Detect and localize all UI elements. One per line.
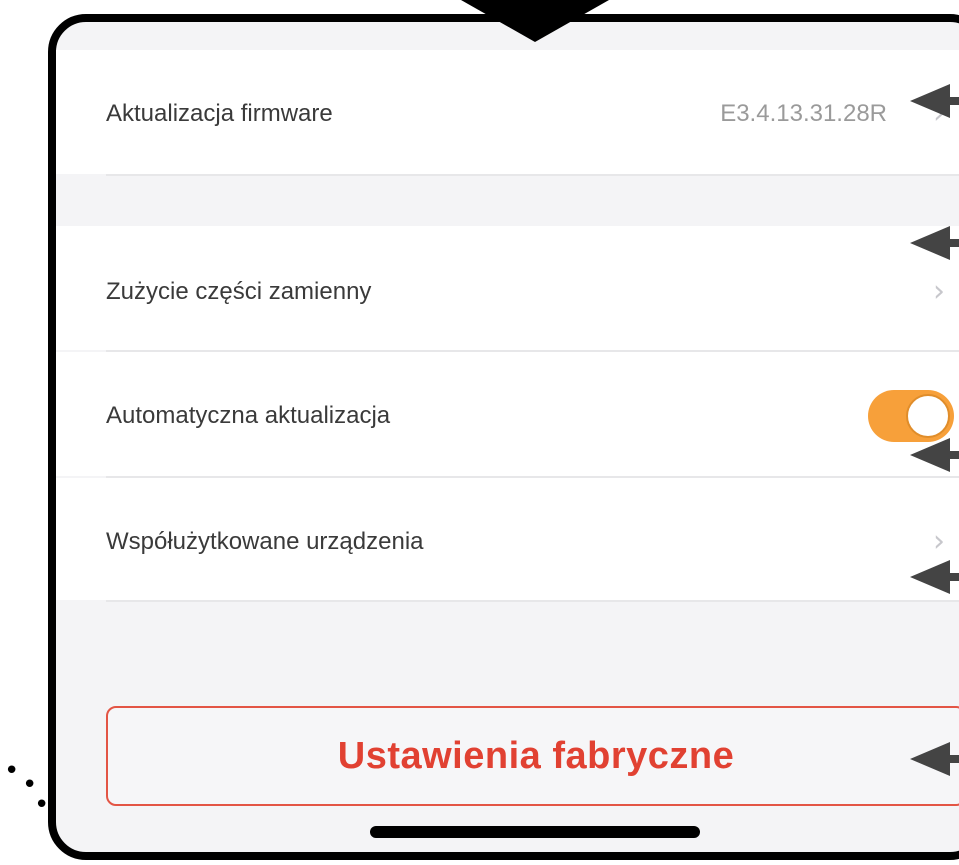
settings-row-shared-devices[interactable]: Współużytkowane urządzenia › [56, 478, 959, 600]
spare-parts-label: Zużycie części zamienny [106, 278, 372, 305]
auto-update-toggle[interactable] [868, 390, 954, 442]
arrow-left-icon [910, 84, 959, 118]
arrow-left-icon [910, 742, 959, 776]
divider [106, 174, 959, 176]
chevron-right-icon: › [933, 524, 945, 559]
home-indicator [370, 826, 700, 838]
arrow-left-icon [910, 438, 959, 472]
shared-devices-label: Współużytkowane urządzenia [106, 528, 424, 555]
settings-row-auto-update: Automatyczna aktualizacja [56, 352, 959, 476]
top-notch [461, 0, 609, 42]
arrow-left-icon [910, 560, 959, 594]
toggle-knob [906, 394, 950, 438]
factory-reset-label: Ustawienia fabryczne [337, 734, 735, 777]
ellipsis-dots: • [4, 756, 20, 786]
chevron-right-icon: › [933, 274, 945, 309]
divider [106, 600, 959, 602]
ellipsis-dots: • [34, 790, 50, 820]
firmware-label: Aktualizacja firmware [106, 100, 333, 127]
settings-row-spare-parts[interactable]: Zużycie części zamienny › [56, 226, 959, 350]
arrow-left-icon [910, 226, 959, 260]
auto-update-label: Automatyczna aktualizacja [106, 402, 391, 429]
settings-row-firmware[interactable]: Aktualizacja firmware E3.4.13.31.28R › [56, 50, 959, 174]
factory-reset-button[interactable]: Ustawienia fabryczne [106, 706, 959, 806]
firmware-version: E3.4.13.31.28R [720, 100, 887, 127]
